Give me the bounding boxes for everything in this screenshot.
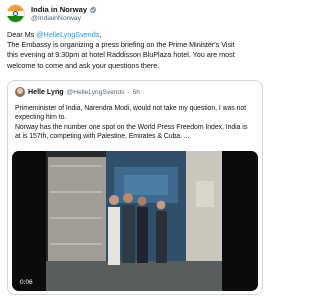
- quoted-tweet-text: Primeminister of India, Narendra Modi, w…: [15, 104, 259, 142]
- author-handle[interactable]: @IndiainNorway: [31, 14, 81, 23]
- tweet-header: India in Norway @IndiainNorway: [6, 4, 263, 26]
- author-avatar[interactable]: [6, 4, 25, 23]
- quoted-author-avatar[interactable]: [15, 87, 25, 97]
- video-frame-image: [12, 151, 258, 291]
- video-player[interactable]: 0:06: [12, 151, 258, 291]
- tweet-body-line: welcome to come and ask your questions t…: [7, 60, 160, 70]
- verified-badge-icon: [89, 6, 97, 13]
- tweet-body-line: The Embassy is organizing a press briefi…: [7, 40, 235, 50]
- quoted-text-line: Primeminister of India, Narendra Modi, w…: [15, 105, 246, 112]
- quoted-tweet[interactable]: Helle Lyng @HelleLyngSvends · 5h Primemi…: [7, 80, 263, 295]
- quoted-text-line: expecting him to.: [15, 114, 67, 122]
- tweet-text: Dear Ms @HelleLyngSvends, The Embassy is…: [7, 30, 264, 71]
- quoted-author-name[interactable]: Helle Lyng: [28, 88, 64, 97]
- video-timestamp: 0:06: [20, 279, 33, 286]
- quoted-text-line: at is 157th, competing with Palestine, E…: [15, 133, 190, 141]
- tweet-greeting: Dear Ms @HelleLyngSvends,: [7, 30, 102, 39]
- meta-separator: ·: [127, 88, 130, 96]
- tweet-body-line: this evening at 9:30pm at hotel Raddisso…: [7, 50, 235, 60]
- ashoka-chakra-icon: [13, 11, 18, 16]
- quoted-text-line: Norway has the number one spot on the Wo…: [15, 123, 248, 131]
- quoted-tweet-header: Helle Lyng @HelleLyngSvends · 5h: [15, 87, 140, 97]
- author-display-name[interactable]: India in Norway: [31, 5, 87, 15]
- quoted-author-handle[interactable]: @HelleLyngSvends: [67, 88, 125, 97]
- mention-link[interactable]: @HelleLyngSvends: [36, 30, 99, 39]
- quoted-tweet-time[interactable]: 5h: [133, 88, 140, 97]
